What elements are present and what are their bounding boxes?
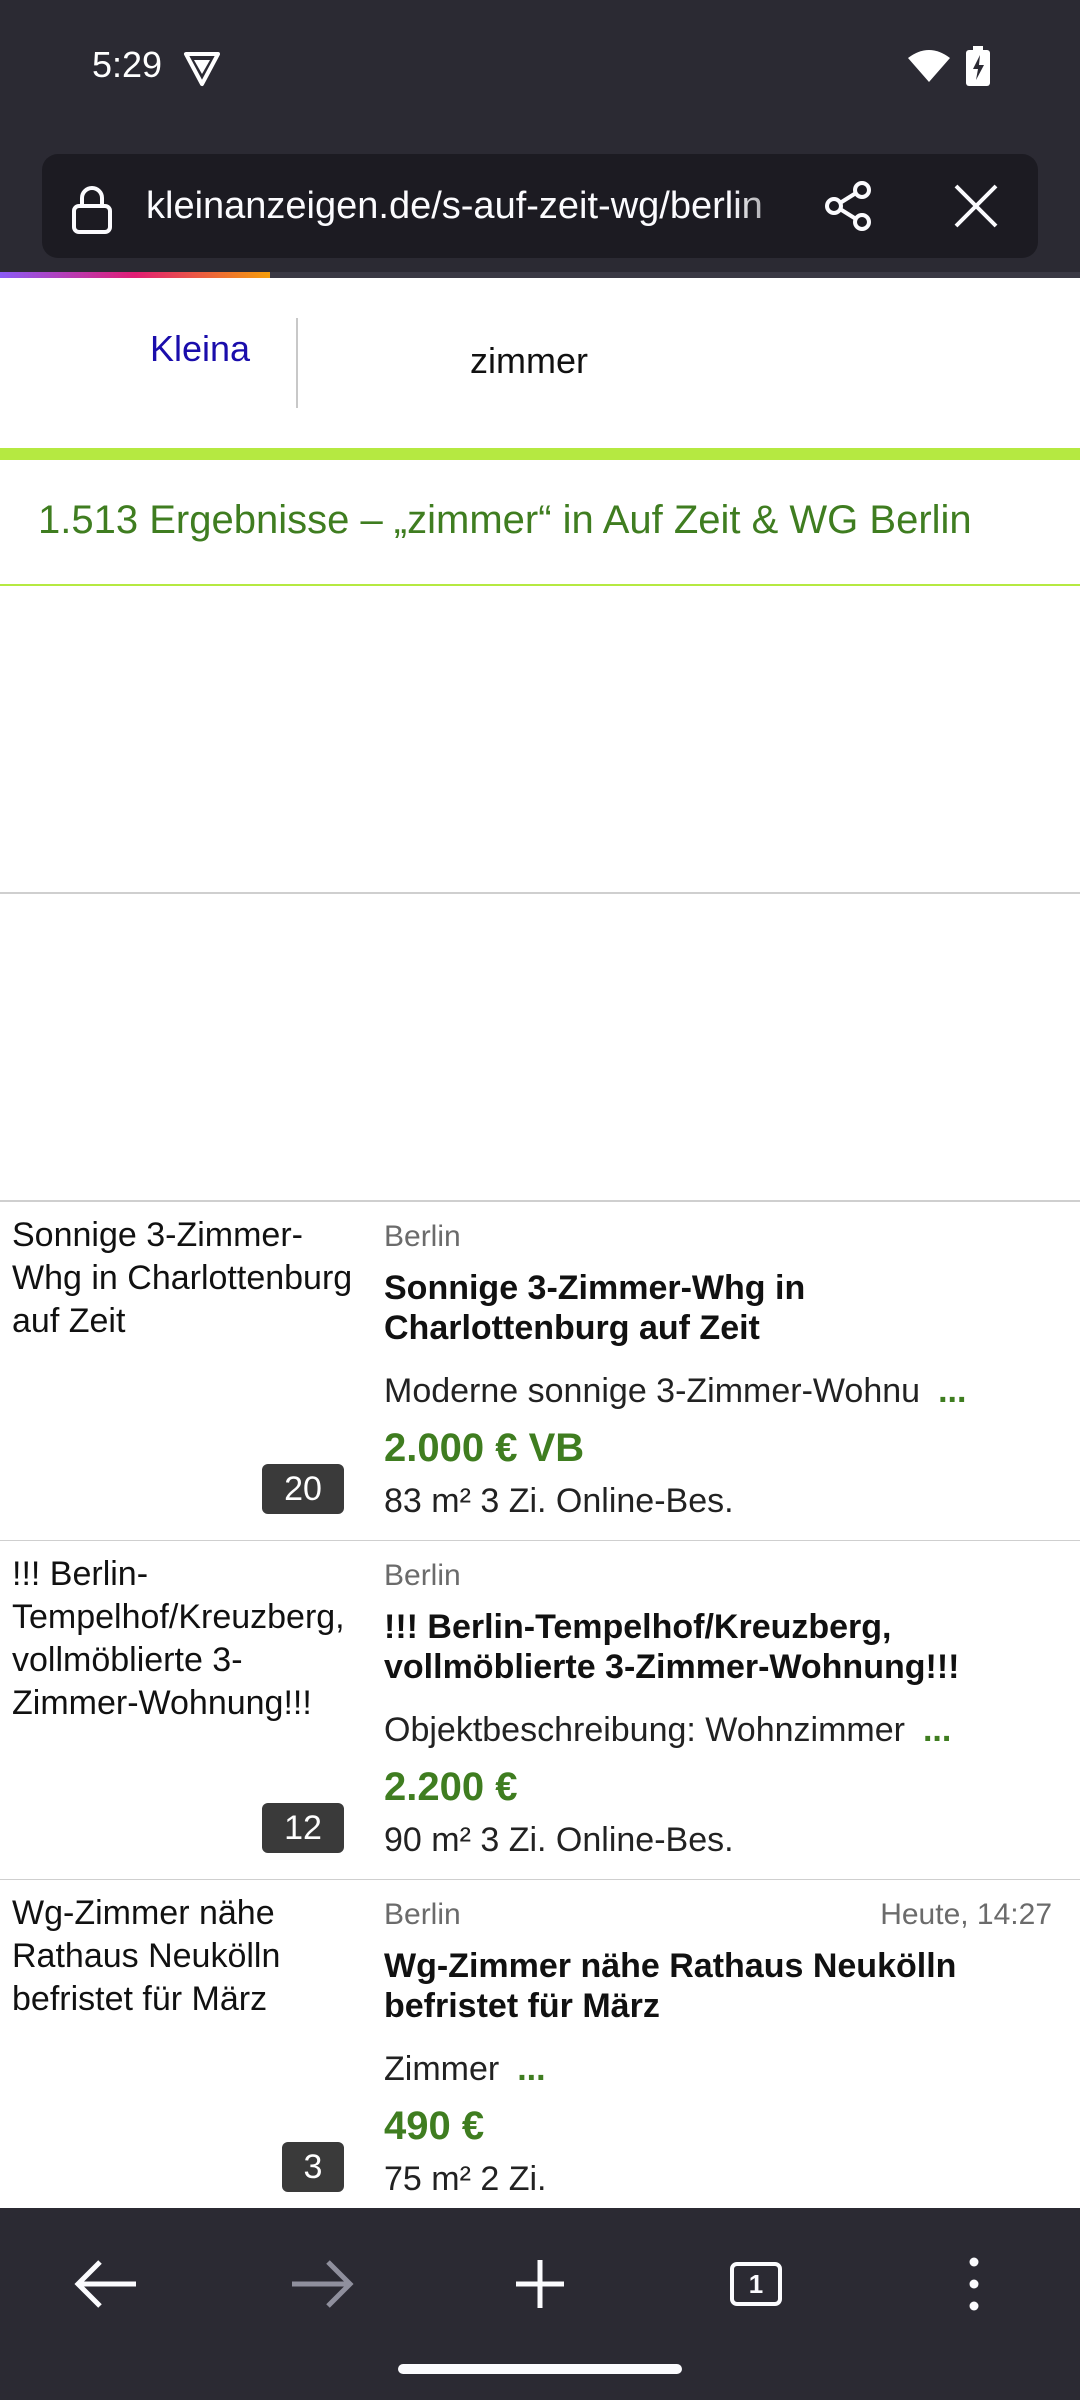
listing-description-text: Objektbeschreibung: Wohnzimmer bbox=[384, 1711, 905, 1749]
forward-arrow-icon[interactable] bbox=[278, 2240, 366, 2328]
listing-title[interactable]: !!! Berlin-Tempelhof/Kreuzberg, vollmöbl… bbox=[384, 1607, 1034, 1687]
listing-specs: 90 m² 3 Zi. Online-Bes. bbox=[384, 1821, 734, 1859]
photo-count-badge: 20 bbox=[262, 1464, 344, 1514]
url-bar[interactable]: kleinanzeigen.de/s-auf-zeit-wg/berlin bbox=[42, 154, 1038, 258]
battery-charging-icon bbox=[966, 46, 990, 86]
listing-more[interactable]: ... bbox=[517, 2050, 545, 2088]
wifi-icon bbox=[908, 50, 950, 82]
vpn-shield-icon bbox=[184, 52, 220, 86]
listing-description: Zimmer... bbox=[384, 2050, 546, 2089]
listing-more[interactable]: ... bbox=[938, 1372, 966, 1410]
back-arrow-icon[interactable] bbox=[62, 2240, 150, 2328]
browser-toolbar: kleinanzeigen.de/s-auf-zeit-wg/berlin bbox=[0, 140, 1080, 272]
ad-placeholder bbox=[0, 894, 1080, 1202]
listing-description-text: Zimmer bbox=[384, 2050, 500, 2088]
listing-more[interactable]: ... bbox=[923, 1711, 951, 1749]
listing-description-text: Moderne sonnige 3-Zimmer-Wohnu bbox=[384, 1372, 921, 1410]
listing-image-alt[interactable]: Sonnige 3-Zimmer-Whg in Charlottenburg a… bbox=[12, 1214, 362, 1343]
search-query[interactable]: zimmer bbox=[470, 340, 588, 382]
photo-count-badge: 3 bbox=[282, 2142, 344, 2192]
listing-image-alt[interactable]: !!! Berlin-Tempelhof/Kreuzberg, vollmöbl… bbox=[12, 1553, 362, 1725]
listing-time: Heute, 14:27 bbox=[880, 1898, 1052, 1931]
listing-specs: 83 m² 3 Zi. Online-Bes. bbox=[384, 1482, 734, 1520]
close-icon[interactable] bbox=[948, 178, 1004, 234]
listing-image-alt[interactable]: Wg-Zimmer nähe Rathaus Neukölln befriste… bbox=[12, 1892, 362, 2021]
brand-link[interactable]: Kleina bbox=[150, 328, 250, 370]
site-accent-bar bbox=[0, 448, 1080, 460]
listing-location: Berlin bbox=[384, 1559, 461, 1592]
browser-bottom-bar: 1 bbox=[0, 2208, 1080, 2400]
listing-item[interactable]: Sonnige 3-Zimmer-Whg in Charlottenburg a… bbox=[0, 1202, 1080, 1542]
listing-specs: 75 m² 2 Zi. bbox=[384, 2160, 547, 2198]
status-time: 5:29 bbox=[92, 44, 163, 85]
results-heading-text: 1.513 Ergebnisse – „zimmer“ in Auf Zeit … bbox=[38, 498, 972, 542]
home-indicator[interactable] bbox=[398, 2364, 682, 2374]
plus-icon[interactable] bbox=[496, 2240, 584, 2328]
header-divider bbox=[296, 318, 298, 408]
listing-price: 2.200 € bbox=[384, 1765, 518, 1809]
listing-location: Berlin bbox=[384, 1220, 461, 1253]
listing-item[interactable]: Wg-Zimmer nähe Rathaus Neukölln befriste… bbox=[0, 1880, 1080, 2220]
results-heading: 1.513 Ergebnisse – „zimmer“ in Auf Zeit … bbox=[0, 460, 1080, 586]
listing-description: Moderne sonnige 3-Zimmer-Wohnu... bbox=[384, 1372, 966, 1411]
listing-title[interactable]: Wg-Zimmer nähe Rathaus Neukölln befriste… bbox=[384, 1946, 1034, 2026]
tab-count: 1 bbox=[748, 2269, 764, 2299]
status-bar: 5:29 bbox=[0, 0, 1080, 140]
share-icon[interactable] bbox=[820, 178, 876, 234]
photo-count-badge: 12 bbox=[262, 1803, 344, 1853]
more-vert-icon[interactable] bbox=[930, 2240, 1018, 2328]
url-text[interactable]: kleinanzeigen.de/s-auf-zeit-wg/berlin bbox=[146, 154, 826, 258]
ad-placeholder bbox=[0, 586, 1080, 894]
listing-title[interactable]: Sonnige 3-Zimmer-Whg in Charlottenburg a… bbox=[384, 1268, 1034, 1348]
lock-icon[interactable] bbox=[70, 184, 114, 234]
listing-description: Objektbeschreibung: Wohnzimmer... bbox=[384, 1711, 951, 1750]
site-header: Kleina zimmer bbox=[0, 278, 1080, 448]
tab-counter-button[interactable]: 1 bbox=[712, 2240, 800, 2328]
listing-price: 490 € bbox=[384, 2104, 485, 2148]
listing-price: 2.000 € VB bbox=[384, 1426, 585, 1470]
listing-location: Berlin bbox=[384, 1898, 461, 1931]
listing-item[interactable]: !!! Berlin-Tempelhof/Kreuzberg, vollmöbl… bbox=[0, 1541, 1080, 1881]
